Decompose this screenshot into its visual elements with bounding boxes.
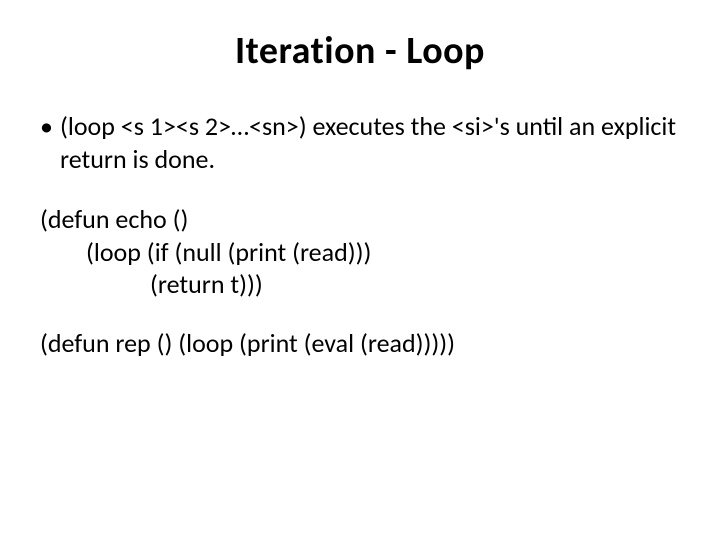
code-line: (loop (if (null (print (read))) — [40, 236, 680, 269]
slide-body: • (loop <s 1><s 2>…<sn>) executes the <s… — [40, 110, 680, 359]
code-line: (defun echo () — [40, 203, 680, 236]
bullet-dot: • — [40, 110, 60, 175]
code-block-echo: (defun echo () (loop (if (null (print (r… — [40, 203, 680, 301]
bullet-text: (loop <s 1><s 2>…<sn>) executes the <si>… — [60, 110, 680, 175]
code-line: (return t))) — [40, 268, 680, 301]
code-line: (defun rep () (loop (print (eval (read))… — [40, 327, 680, 360]
code-block-rep: (defun rep () (loop (print (eval (read))… — [40, 327, 680, 360]
slide: Iteration - Loop • (loop <s 1><s 2>…<sn>… — [0, 0, 720, 540]
bullet-item: • (loop <s 1><s 2>…<sn>) executes the <s… — [40, 110, 680, 175]
slide-title: Iteration - Loop — [40, 28, 680, 74]
